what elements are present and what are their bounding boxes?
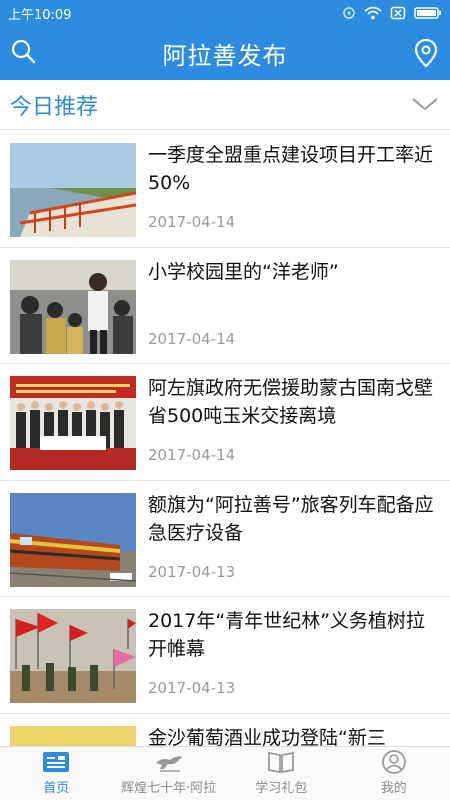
search-icon[interactable] xyxy=(10,38,38,66)
status-bar: 上午10:09 xyxy=(0,0,450,26)
alarm-icon xyxy=(343,7,355,19)
battery-icon xyxy=(414,7,441,19)
section-header: 今日推荐 xyxy=(0,80,450,130)
news-item[interactable]: 阿左旗政府无偿援助蒙古国南戈壁省500吨玉米交接离境 2017-04-14 xyxy=(0,364,450,481)
news-thumbnail xyxy=(10,143,136,237)
news-date: 2017-04-14 xyxy=(148,329,236,348)
no-sim-icon xyxy=(390,6,406,20)
horse-icon xyxy=(155,756,182,772)
news-thumbnail xyxy=(10,492,136,587)
news-title: 小学校园里的“洋老师” xyxy=(148,260,339,283)
news-title: 额旗为“阿拉善号”旅客列车配备应急医疗设备 xyxy=(148,493,434,544)
status-time: 上午10:09 xyxy=(8,7,72,23)
news-title: 金沙葡萄酒业成功登陆“新三 xyxy=(148,726,386,747)
news-thumbnail xyxy=(10,259,136,354)
news-date: 2017-04-14 xyxy=(148,213,236,231)
tab-label: 首页 xyxy=(43,781,70,796)
news-item[interactable]: 金沙葡萄酒业成功登陆“新三 xyxy=(0,713,450,747)
news-title: 2017年“青年世纪林”义务植树拉开帷幕 xyxy=(148,610,426,660)
tab-glorious-seventy[interactable]: 辉煌七十年·阿拉 xyxy=(113,747,226,800)
user-icon xyxy=(381,750,406,774)
book-icon xyxy=(268,751,295,774)
news-date: 2017-04-14 xyxy=(148,446,236,464)
news-thumbnail xyxy=(10,609,136,703)
location-pin-icon[interactable] xyxy=(412,38,440,68)
news-item[interactable]: 额旗为“阿拉善号”旅客列车配备应急医疗设备 2017-04-13 xyxy=(0,480,450,597)
news-title: 阿左旗政府无偿援助蒙古国南戈壁省500吨玉米交接离境 xyxy=(148,377,434,427)
news-item[interactable]: 一季度全盟重点建设项目开工率近50% 2017-04-14 xyxy=(0,131,450,248)
page-title: 阿拉善发布 xyxy=(162,41,288,70)
app-header: 阿拉善发布 xyxy=(0,26,450,80)
tab-label: 我的 xyxy=(380,781,407,796)
news-thumbnail xyxy=(10,725,136,746)
tab-home[interactable]: 首页 xyxy=(0,747,113,800)
news-title: 一季度全盟重点建设项目开工率近50% xyxy=(148,144,434,194)
news-date: 2017-04-13 xyxy=(148,679,236,697)
tab-study-pack[interactable]: 学习礼包 xyxy=(225,747,338,800)
section-title: 今日推荐 xyxy=(10,94,99,120)
chevron-down-icon[interactable] xyxy=(410,94,440,114)
tab-label: 学习礼包 xyxy=(255,781,308,796)
news-thumbnail xyxy=(10,376,136,470)
news-list: 一季度全盟重点建设项目开工率近50% 2017-04-14 小学校园里的“洋老师… xyxy=(0,131,450,746)
news-item[interactable]: 小学校园里的“洋老师” 2017-04-14 xyxy=(0,247,450,364)
wifi-icon xyxy=(364,6,382,20)
news-item[interactable]: 2017年“青年世纪林”义务植树拉开帷幕 2017-04-13 xyxy=(0,597,450,714)
news-date: 2017-04-13 xyxy=(148,562,236,581)
tab-mine[interactable]: 我的 xyxy=(338,747,450,800)
news-icon xyxy=(43,752,70,772)
tab-label: 辉煌七十年·阿拉 xyxy=(121,781,217,796)
bottom-tab-bar: 首页 辉煌七十年·阿拉 学习礼包 我的 xyxy=(0,746,450,800)
